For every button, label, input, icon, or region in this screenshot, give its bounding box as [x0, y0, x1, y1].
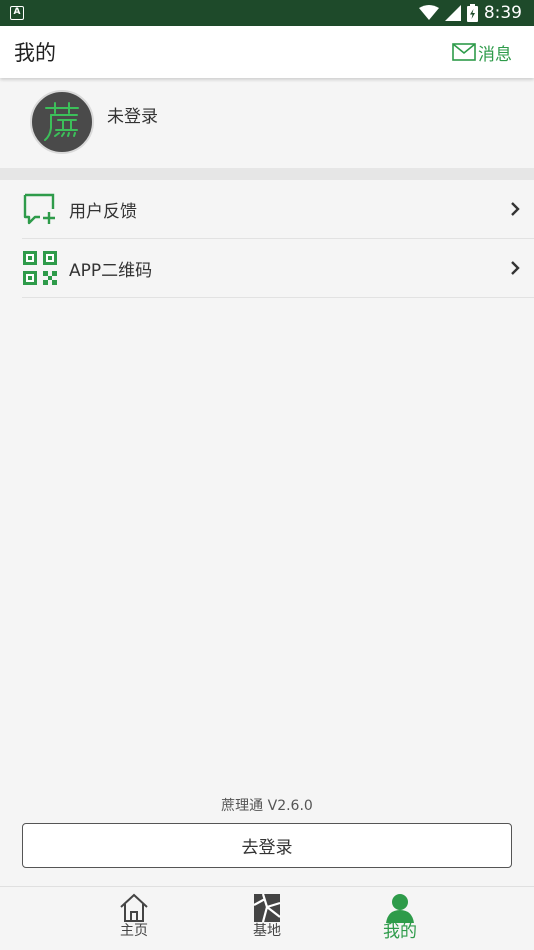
menu-item-feedback[interactable]: 用户反馈: [22, 180, 534, 239]
nav-tab-home[interactable]: 主页: [94, 887, 174, 950]
messages-button[interactable]: 消息: [452, 40, 512, 65]
app-version: 蔗理通 V2.6.0: [221, 798, 313, 814]
status-time: 8:39: [483, 3, 522, 23]
page-title: 我的: [14, 41, 56, 65]
status-right: 8:39: [418, 3, 522, 23]
nav-tab-mine[interactable]: 我的: [360, 887, 440, 950]
menu-item-label: 用户反馈: [69, 201, 137, 222]
profile-section[interactable]: 未登录: [0, 78, 534, 168]
home-icon: [120, 893, 148, 922]
status-bar: A 8:39: [0, 0, 534, 26]
nav-tab-base[interactable]: 基地: [227, 887, 307, 950]
signal-icon: [444, 5, 461, 21]
chevron-right-icon: [511, 261, 520, 275]
login-button[interactable]: 去登录: [22, 823, 512, 868]
nav-tab-label: 主页: [120, 923, 148, 939]
nav-tab-label: 我的: [383, 922, 417, 942]
avatar[interactable]: [30, 90, 94, 154]
mail-icon: [452, 43, 476, 61]
messages-label: 消息: [478, 44, 512, 65]
login-status: 未登录: [107, 107, 158, 127]
app-bar: 我的 消息: [0, 26, 534, 78]
status-left: A: [10, 6, 24, 20]
map-icon: [253, 893, 281, 923]
feedback-icon: [22, 191, 58, 227]
settings-menu: 用户反馈 APP二维码: [22, 180, 534, 298]
wifi-icon: [418, 5, 439, 20]
notification-icon: A: [10, 6, 24, 20]
menu-item-label: APP二维码: [69, 260, 153, 281]
section-divider: [0, 168, 534, 180]
bottom-nav: 主页 基地 我的: [0, 886, 534, 950]
qr-code-icon: [22, 250, 58, 286]
sugarcane-logo-icon: [44, 102, 79, 141]
nav-tab-label: 基地: [253, 923, 281, 939]
chevron-right-icon: [511, 202, 520, 216]
menu-item-qr-code[interactable]: APP二维码: [22, 239, 534, 298]
battery-icon: [466, 4, 478, 22]
